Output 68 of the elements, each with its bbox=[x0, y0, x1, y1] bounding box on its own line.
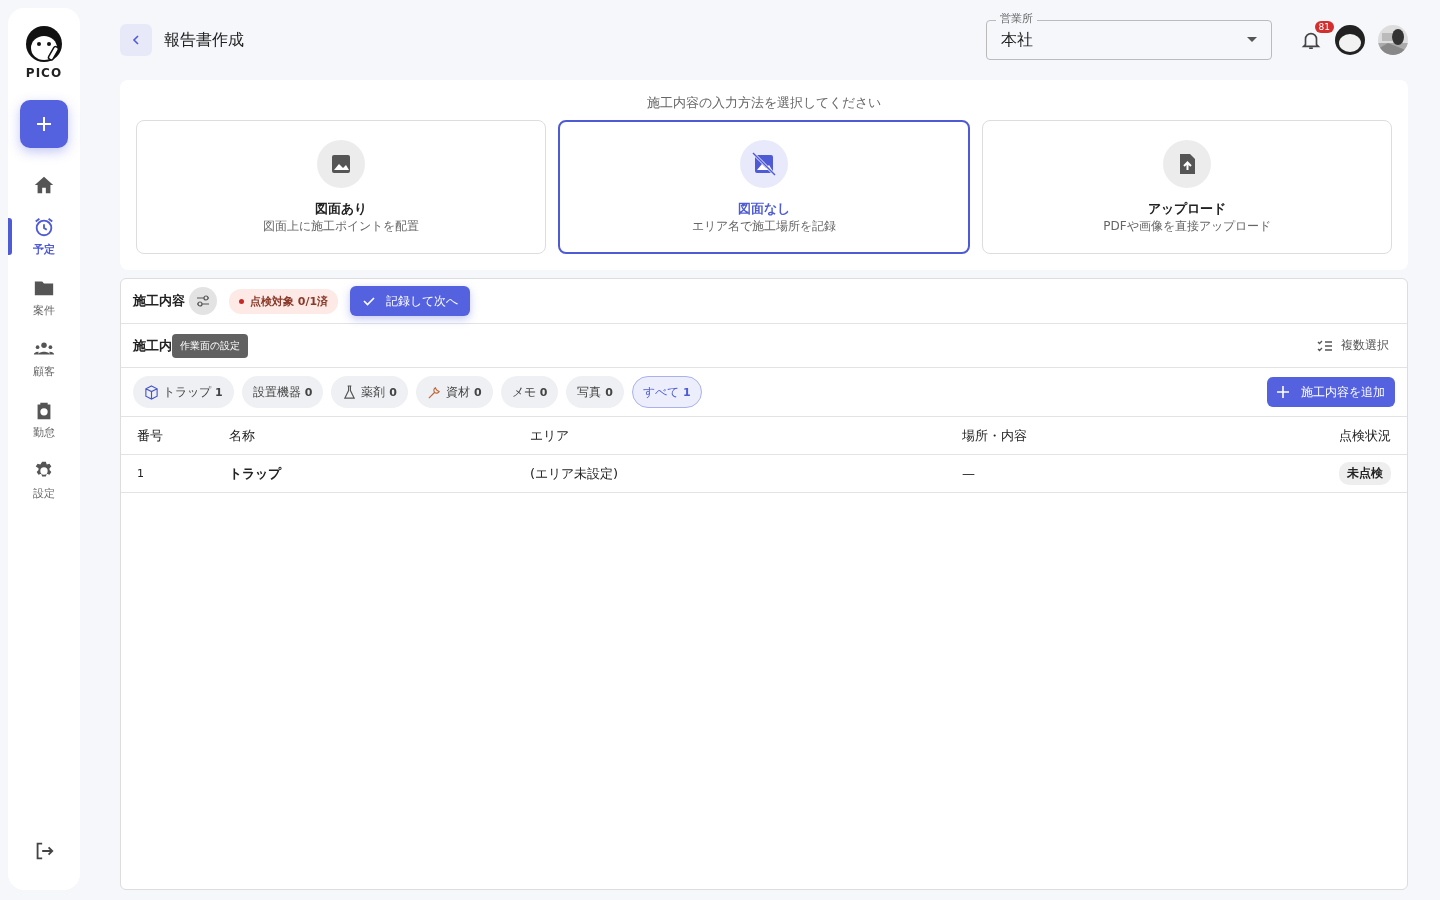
file-upload-icon bbox=[1163, 139, 1211, 188]
cube-icon bbox=[144, 384, 159, 400]
inspection-status: 点検対象 0/1済 bbox=[229, 288, 339, 314]
column-header: エリア bbox=[530, 426, 570, 445]
status-pill: 未点検 bbox=[1339, 462, 1391, 485]
filter-chip[interactable]: 設置機器 0 bbox=[241, 376, 324, 408]
filter-chip[interactable]: 資材 0 bbox=[415, 376, 493, 408]
method-option[interactable]: アップロード PDFや画像を直接アップロード bbox=[982, 120, 1392, 254]
column-header: 点検状況 bbox=[1339, 426, 1391, 445]
option-title: アップロード bbox=[1148, 199, 1226, 218]
image-icon bbox=[317, 139, 365, 188]
home-icon bbox=[33, 174, 55, 196]
nav-item[interactable]: 顧客 bbox=[8, 328, 80, 389]
multi-select-button[interactable]: 複数選択 bbox=[1311, 336, 1395, 355]
nav-label: 設定 bbox=[33, 486, 55, 501]
chevron-left-icon bbox=[130, 34, 142, 46]
nav-label: 案件 bbox=[33, 303, 55, 318]
filter-chip[interactable]: 写真 0 bbox=[566, 376, 624, 408]
method-prompt: 施工内容の入力方法を選択してください bbox=[647, 94, 881, 112]
no-image-icon bbox=[740, 139, 788, 188]
method-option[interactable]: 図面なし エリア名で施工場所を記録 bbox=[558, 120, 970, 254]
filter-chip[interactable]: トラップ 1 bbox=[133, 376, 234, 408]
dropdown-caret-icon bbox=[1247, 37, 1257, 43]
logo-icon bbox=[24, 24, 64, 64]
method-option[interactable]: 図面あり 図面上に施工ポイントを配置 bbox=[136, 120, 546, 254]
nav-label: 顧客 bbox=[33, 364, 55, 379]
section-title: 施工内 bbox=[133, 336, 172, 355]
nav-item[interactable]: 勤怠 bbox=[8, 389, 80, 450]
option-title: 図面なし bbox=[738, 199, 790, 218]
option-description: エリア名で施工場所を記録 bbox=[692, 217, 836, 235]
option-description: 図面上に施工ポイントを配置 bbox=[263, 217, 419, 235]
page-title: 報告書作成 bbox=[164, 29, 244, 51]
check-icon bbox=[362, 294, 377, 308]
table-row[interactable]: 1 トラップ (エリア未設定) — 未点検 bbox=[121, 455, 1407, 493]
sliders-icon bbox=[195, 293, 211, 309]
flask-icon bbox=[342, 384, 358, 400]
table-cell-text: — bbox=[962, 466, 976, 481]
field-label: 営業所 bbox=[996, 12, 1037, 26]
add-button[interactable] bbox=[20, 100, 68, 148]
plus-icon bbox=[1277, 386, 1289, 398]
wrench-icon bbox=[426, 384, 442, 400]
settings-button[interactable] bbox=[189, 287, 217, 315]
filter-chip[interactable]: すべて 1 bbox=[631, 376, 702, 408]
avatar-icon[interactable] bbox=[1334, 24, 1366, 56]
nav-item[interactable]: 案件 bbox=[8, 267, 80, 328]
option-title: 図面あり bbox=[315, 199, 367, 218]
column-header: 番号 bbox=[137, 426, 164, 445]
column-header: 名称 bbox=[229, 426, 256, 445]
column-header: 場所・内容 bbox=[962, 426, 1028, 445]
alarm-clock-icon bbox=[33, 216, 55, 238]
table-cell-text: 1 bbox=[137, 467, 145, 480]
nav-label: 勤怠 bbox=[33, 425, 55, 440]
nav-label: 予定 bbox=[33, 242, 55, 257]
checklist-icon bbox=[1317, 338, 1333, 353]
logo-text: PICO bbox=[25, 66, 63, 80]
table-cell-text: トラップ bbox=[229, 464, 283, 483]
notification-count: 81 bbox=[1314, 21, 1334, 33]
nav-item[interactable]: 予定 bbox=[8, 206, 80, 267]
filter-chip[interactable]: メモ 0 bbox=[500, 376, 559, 408]
option-description: PDFや画像を直接アップロード bbox=[1103, 217, 1271, 235]
tooltip: 作業面の設定 bbox=[172, 333, 248, 358]
add-work-button[interactable]: 施工内容を追加 bbox=[1267, 377, 1395, 407]
section-title: 施工内容 bbox=[133, 292, 185, 310]
filter-chip[interactable]: 薬剤 0 bbox=[331, 376, 408, 408]
plus-icon bbox=[35, 115, 53, 133]
table-cell-text: (エリア未設定) bbox=[530, 464, 620, 483]
record-next-button[interactable]: 記録して次へ bbox=[350, 286, 471, 316]
nav-item[interactable]: 設定 bbox=[8, 450, 80, 511]
